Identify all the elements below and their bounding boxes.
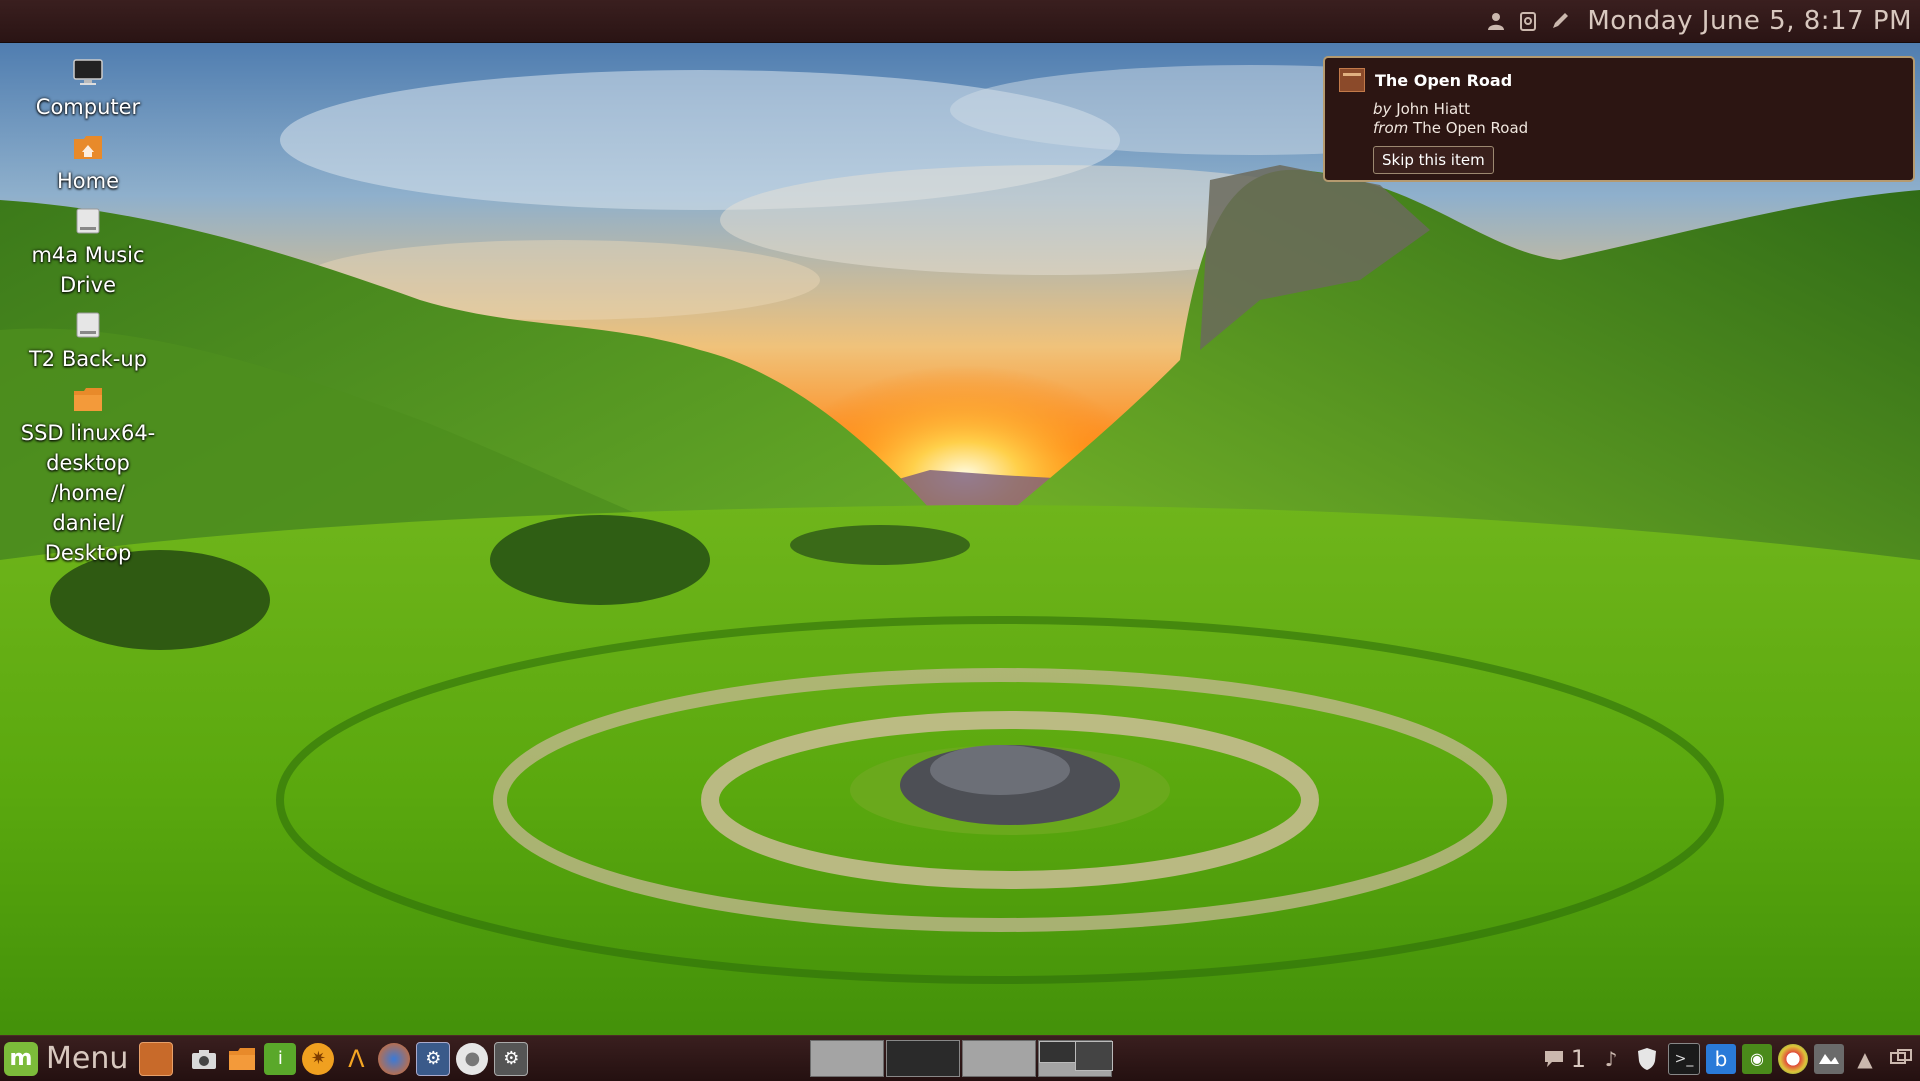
camera-icon[interactable]: [188, 1043, 220, 1075]
firefox-icon[interactable]: [378, 1042, 411, 1075]
desktop-icon-ssd-folder[interactable]: SSD linux64- desktop /home/ daniel/ Desk…: [0, 384, 176, 568]
notification-title: The Open Road: [1375, 70, 1513, 90]
artist-name: John Hiatt: [1396, 100, 1470, 118]
artist-line: by John Hiatt: [1373, 100, 1899, 119]
desktop-icon-label: SSD linux64- desktop /home/ daniel/ Desk…: [20, 421, 156, 565]
notification-count[interactable]: 1: [1571, 1045, 1586, 1073]
menu-label: Menu: [46, 1041, 129, 1076]
display-icon[interactable]: [1886, 1044, 1916, 1074]
drive-icon: [72, 310, 104, 340]
bottom-tray: 1 ♪ >_ b ◉ ▲: [1539, 1036, 1916, 1081]
bluetooth-icon[interactable]: b: [1706, 1043, 1736, 1074]
menu-button[interactable]: m Menu: [0, 1036, 136, 1081]
drive-icon: [72, 206, 104, 236]
system-monitor-icon[interactable]: ⚙: [494, 1041, 529, 1076]
disc-icon[interactable]: ●: [456, 1042, 489, 1075]
clock[interactable]: Monday June 5, 8:17 PM: [1587, 6, 1912, 36]
user-icon[interactable]: [1485, 10, 1507, 32]
workspace-window-thumb: [1039, 1041, 1077, 1063]
workspace-3[interactable]: [962, 1040, 1036, 1077]
album-name: The Open Road: [1413, 119, 1529, 137]
folder-icon: [72, 384, 104, 414]
from-prefix: from: [1373, 119, 1409, 137]
terminal-icon[interactable]: >_: [1668, 1042, 1700, 1075]
album-line: from The Open Road: [1373, 119, 1899, 138]
workspace-4[interactable]: [1038, 1040, 1113, 1077]
notification-header: The Open Road: [1339, 68, 1899, 92]
nvidia-icon[interactable]: ◉: [1742, 1043, 1772, 1074]
folder-icon[interactable]: [226, 1043, 258, 1075]
files-icon[interactable]: [139, 1041, 174, 1076]
upload-arrow-icon[interactable]: ▲: [1850, 1044, 1880, 1074]
by-prefix: by: [1373, 100, 1392, 118]
desktop-icon-music-drive[interactable]: m4a Music Drive: [0, 206, 176, 300]
home-folder-icon: [72, 132, 104, 162]
desktop-icon-label: Computer: [35, 95, 141, 119]
workspace-1[interactable]: [810, 1040, 884, 1077]
shield-icon[interactable]: [1632, 1044, 1662, 1074]
clipboard-icon[interactable]: [1517, 10, 1539, 32]
monitor-icon: [72, 58, 104, 88]
software-icon[interactable]: Λ: [340, 1043, 372, 1075]
settings-icon[interactable]: ⚙: [416, 1041, 451, 1076]
bottom-panel: m Menu i ✷ Λ ⚙ ● ⚙ 1 ♪ >_ b ◉ ▲: [0, 1035, 1920, 1081]
desktop-icon-label: m4a Music Drive: [31, 243, 145, 297]
desktop-icon-backup-drive[interactable]: T2 Back-up: [0, 310, 176, 374]
music-player-icon: [1339, 68, 1365, 92]
desktop-icon-home[interactable]: Home: [0, 132, 176, 196]
workspace-2[interactable]: [886, 1040, 960, 1077]
workspace-window-thumb: [1075, 1041, 1113, 1071]
desktop-icons: Computer Home m4a Music Drive T2 Back-up…: [0, 58, 176, 578]
pen-icon[interactable]: [1549, 10, 1571, 32]
desktop-icon-label: Home: [56, 169, 119, 193]
top-panel: Monday June 5, 8:17 PM: [0, 0, 1920, 43]
chrome-icon[interactable]: [1778, 1043, 1808, 1074]
music-note-icon[interactable]: ♪: [1596, 1044, 1626, 1074]
chat-icon[interactable]: [1539, 1044, 1569, 1074]
skip-item-button[interactable]: Skip this item: [1373, 146, 1494, 174]
top-tray: Monday June 5, 8:17 PM: [1485, 6, 1920, 36]
linux-mint-logo-icon: m: [4, 1041, 38, 1076]
now-playing-notification[interactable]: The Open Road by John Hiatt from The Ope…: [1323, 56, 1915, 182]
desktop-icon-computer[interactable]: Computer: [0, 58, 176, 122]
desktop-icon-label: T2 Back-up: [28, 347, 148, 371]
notification-body: by John Hiatt from The Open Road: [1373, 100, 1899, 138]
info-icon[interactable]: i: [264, 1042, 297, 1075]
workspace-switcher: [810, 1040, 1113, 1077]
wheel-icon[interactable]: ✷: [302, 1042, 335, 1075]
network-icon[interactable]: [1814, 1043, 1844, 1074]
